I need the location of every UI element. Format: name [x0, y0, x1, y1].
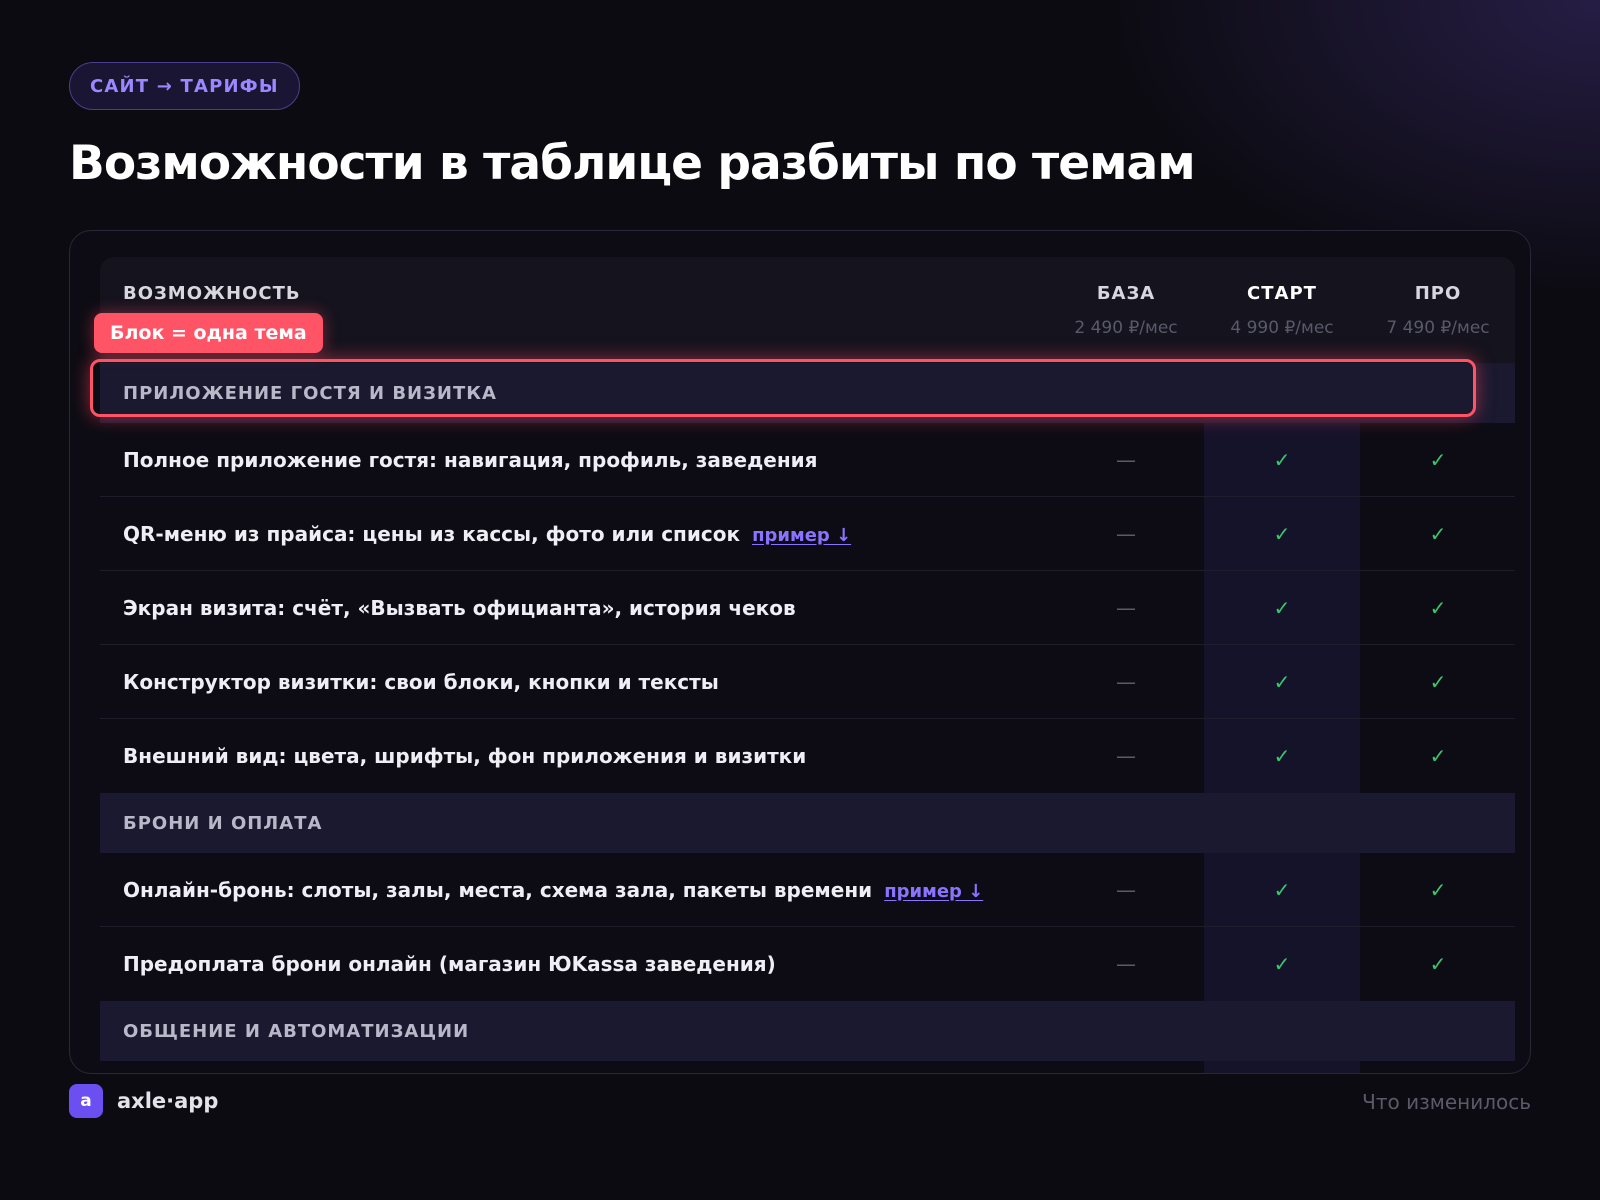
- feature-label: QR-меню из прайса: цены из кассы, фото и…: [100, 522, 1048, 546]
- check-icon: ✓: [1273, 521, 1291, 546]
- feature-text: QR-меню из прайса: цены из кассы, фото и…: [123, 521, 741, 546]
- table-row: Полное приложение гостя: навигация, проф…: [100, 423, 1515, 497]
- dash-icon: —: [1116, 952, 1136, 976]
- section-header: БРОНИ И ОПЛАТА: [100, 793, 1515, 853]
- feature-label: Полное приложение гостя: навигация, проф…: [100, 448, 1048, 472]
- check-icon: ✓: [1429, 595, 1447, 620]
- section-header: ПРИЛОЖЕНИЕ ГОСТЯ И ВИЗИТКА: [100, 363, 1515, 423]
- table-row: Экран визита: счёт, «Вызвать официанта»,…: [100, 571, 1515, 645]
- feature-text: Полное приложение гостя: навигация, проф…: [123, 447, 818, 472]
- brand-name: axle·app: [117, 1089, 219, 1113]
- check-icon: ✓: [1429, 952, 1447, 976]
- dash-icon: —: [1116, 595, 1136, 620]
- section-header: ОБЩЕНИЕ И АВТОМАТИЗАЦИИ: [100, 1001, 1515, 1061]
- section-title: ОБЩЕНИЕ И АВТОМАТИЗАЦИИ: [123, 1020, 470, 1042]
- table-row: Внешний вид: цвета, шрифты, фон приложен…: [100, 719, 1515, 793]
- check-icon: ✓: [1273, 877, 1291, 902]
- callout-badge: Блок = одна тема: [94, 313, 323, 353]
- feature-text: Конструктор визитки: свои блоки, кнопки …: [123, 669, 719, 694]
- feature-text: Внешний вид: цвета, шрифты, фон приложен…: [123, 744, 807, 768]
- footer-note: Что изменилось: [1362, 1090, 1531, 1114]
- brand-logo-icon: a: [69, 1084, 103, 1118]
- check-icon: ✓: [1273, 669, 1291, 694]
- feature-label: Внешний вид: цвета, шрифты, фон приложен…: [100, 744, 1048, 768]
- dash-icon: —: [1116, 521, 1136, 546]
- dash-icon: —: [1116, 744, 1136, 768]
- feature-label: Экран визита: счёт, «Вызвать официанта»,…: [100, 596, 1048, 620]
- plan-column-pro: ПРО 7 490 ₽/мес: [1360, 279, 1516, 338]
- table-row: QR-меню из прайса: цены из кассы, фото и…: [100, 497, 1515, 571]
- plan-name: БАЗА: [1096, 283, 1156, 304]
- example-link[interactable]: пример ↓: [884, 881, 983, 902]
- feature-label: Предоплата брони онлайн (магазин ЮKassa …: [100, 952, 1048, 976]
- section-title: БРОНИ И ОПЛАТА: [123, 812, 323, 834]
- feature-label: Конструктор визитки: свои блоки, кнопки …: [100, 670, 1048, 694]
- example-link[interactable]: пример ↓: [752, 525, 851, 546]
- check-icon: ✓: [1429, 669, 1447, 694]
- dash-icon: —: [1116, 877, 1136, 902]
- pricing-card: ВОЗМОЖНОСТЬ БАЗА 2 490 ₽/мес СТАРТ 4 990…: [69, 230, 1531, 1074]
- plan-name: ПРО: [1414, 283, 1462, 304]
- table-row: Онлайн-бронь: слоты, залы, места, схема …: [100, 853, 1515, 927]
- plan-name: СТАРТ: [1247, 283, 1317, 304]
- check-icon: ✓: [1273, 744, 1291, 768]
- check-icon: ✓: [1429, 521, 1447, 546]
- feature-text: Предоплата брони онлайн (магазин ЮKassa …: [123, 952, 776, 976]
- check-icon: ✓: [1273, 447, 1291, 472]
- breadcrumb: САЙТ → ТАРИФЫ: [69, 62, 300, 110]
- check-icon: ✓: [1429, 877, 1447, 902]
- dash-icon: —: [1116, 447, 1136, 472]
- plan-column-base: БАЗА 2 490 ₽/мес: [1048, 279, 1204, 338]
- check-icon: ✓: [1273, 595, 1291, 620]
- check-icon: ✓: [1429, 447, 1447, 472]
- plan-price: 4 990 ₽/мес: [1230, 318, 1334, 338]
- dash-icon: —: [1116, 669, 1136, 694]
- plan-price: 7 490 ₽/мес: [1386, 318, 1490, 338]
- brand: a axle·app: [69, 1084, 218, 1118]
- plan-column-start: СТАРТ 4 990 ₽/мес: [1204, 279, 1360, 338]
- feature-text: Экран визита: счёт, «Вызвать официанта»,…: [123, 595, 796, 620]
- section-title: ПРИЛОЖЕНИЕ ГОСТЯ И ВИЗИТКА: [123, 382, 497, 404]
- page-title: Возможности в таблице разбиты по темам: [69, 136, 1196, 191]
- plan-price: 2 490 ₽/мес: [1074, 318, 1178, 338]
- feature-column-header: ВОЗМОЖНОСТЬ: [123, 283, 301, 304]
- feature-text: Онлайн-бронь: слоты, залы, места, схема …: [123, 877, 873, 902]
- check-icon: ✓: [1429, 744, 1447, 768]
- feature-label: Онлайн-бронь: слоты, залы, места, схема …: [100, 878, 1048, 902]
- features-table: ВОЗМОЖНОСТЬ БАЗА 2 490 ₽/мес СТАРТ 4 990…: [100, 257, 1516, 1073]
- table-row: Предоплата брони онлайн (магазин ЮKassa …: [100, 927, 1515, 1001]
- table-row: Конструктор визитки: свои блоки, кнопки …: [100, 645, 1515, 719]
- check-icon: ✓: [1273, 952, 1291, 976]
